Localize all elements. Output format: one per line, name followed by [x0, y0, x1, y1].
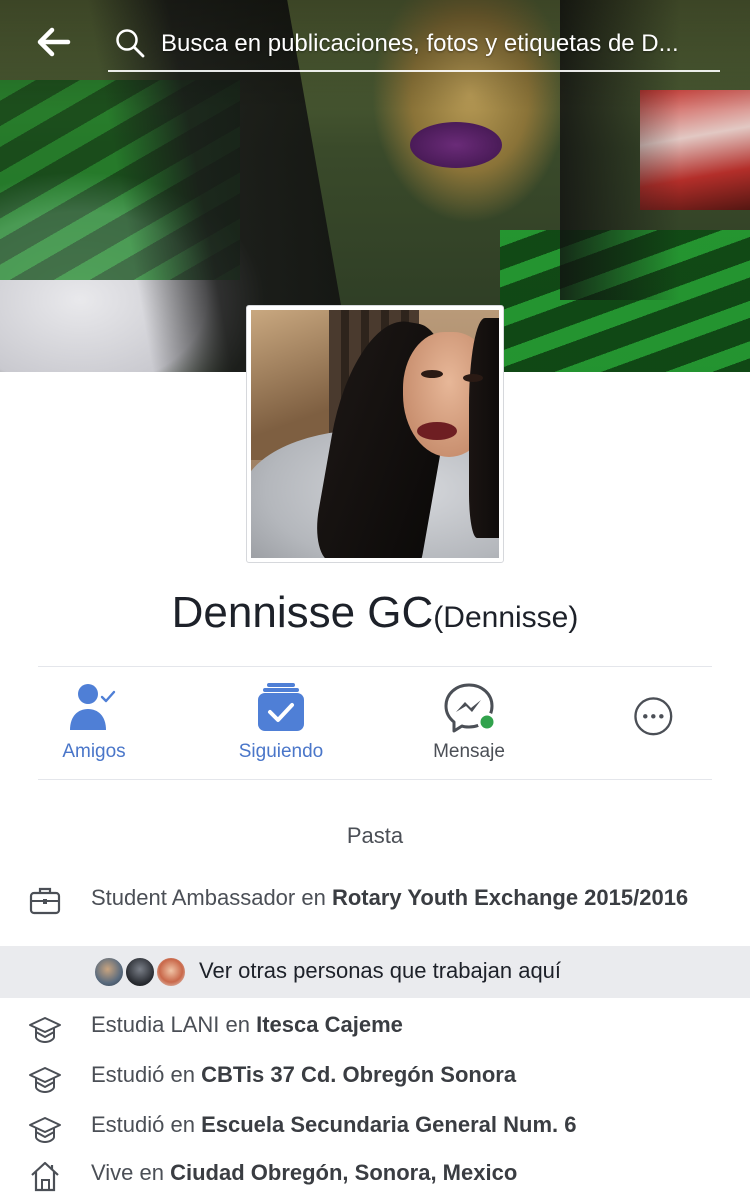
profile-name-line: Dennisse GC(Dennisse)	[0, 588, 750, 638]
graduation-cap-icon	[29, 1117, 61, 1144]
profile-photo-detail	[463, 374, 483, 382]
friends-button[interactable]: Amigos	[9, 680, 179, 770]
education-place-link[interactable]: CBTis 37 Cd. Obregón Sonora	[201, 1062, 516, 1087]
back-arrow-icon	[37, 27, 71, 57]
coworkers-link[interactable]: Ver otras personas que trabajan aquí	[0, 946, 750, 998]
work-info-text: Student Ambassador en Rotary Youth Excha…	[91, 884, 691, 911]
lives-place-link[interactable]: Ciudad Obregón, Sonora, Mexico	[170, 1160, 517, 1185]
graduation-cap-icon	[29, 1017, 61, 1044]
messenger-icon	[444, 683, 497, 733]
lives-info-text: Vive en Ciudad Obregón, Sonora, Mexico	[91, 1159, 691, 1186]
intro-section-title: Pasta	[346, 823, 404, 848]
friends-label: Amigos	[62, 741, 126, 762]
profile-picture[interactable]	[246, 305, 504, 563]
education-info-row: Estudia LANI en Itesca Cajeme	[0, 1010, 750, 1050]
lives-info-row: Vive en Ciudad Obregón, Sonora, Mexico	[0, 1158, 750, 1198]
more-options-icon	[634, 697, 673, 736]
message-label: Mensaje	[433, 741, 505, 762]
friends-check-icon	[70, 684, 116, 730]
avatar	[93, 956, 125, 988]
education-place-link[interactable]: Itesca Cajeme	[256, 1012, 403, 1037]
search-bar[interactable]: Busca en publicaciones, fotos y etiqueta…	[108, 18, 720, 72]
more-button[interactable]	[571, 680, 741, 770]
work-info-row: Student Ambassador en Rotary Youth Excha…	[0, 882, 750, 942]
avatar	[155, 956, 187, 988]
coworkers-link-text: Ver otras personas que trabajan aquí	[199, 958, 562, 983]
education-info-text: Estudió en Escuela Secundaria General Nu…	[91, 1111, 691, 1138]
profile-nickname: (Dennisse)	[433, 601, 579, 634]
profile-photo-detail	[469, 318, 499, 538]
education-info-row: Estudió en CBTis 37 Cd. Obregón Sonora	[0, 1060, 750, 1100]
profile-photo	[251, 310, 499, 558]
work-prefix: Student Ambassador en	[91, 885, 332, 910]
avatar	[124, 956, 156, 988]
search-input[interactable]: Busca en publicaciones, fotos y etiqueta…	[161, 30, 711, 58]
coworker-avatars	[93, 956, 191, 988]
search-icon	[116, 29, 145, 58]
education-info-row: Estudió en Escuela Secundaria General Nu…	[0, 1110, 750, 1150]
education-prefix: Estudia LANI en	[91, 1012, 257, 1037]
message-button[interactable]: Mensaje	[384, 680, 554, 770]
profile-photo-detail	[421, 370, 443, 378]
following-button[interactable]: Siguiendo	[196, 680, 366, 770]
home-icon	[31, 1161, 59, 1192]
following-label: Siguiendo	[238, 741, 324, 762]
work-place-link[interactable]: Rotary Youth Exchange 2015/2016	[332, 885, 688, 910]
profile-photo-detail	[417, 422, 457, 440]
education-place-link[interactable]: Escuela Secundaria General Num. 6	[201, 1112, 576, 1137]
briefcase-icon	[29, 887, 61, 915]
education-info-text: Estudia LANI en Itesca Cajeme	[91, 1011, 691, 1038]
back-button[interactable]	[32, 24, 74, 60]
education-prefix: Estudió en	[91, 1112, 202, 1137]
divider	[38, 779, 712, 780]
following-feed-icon	[258, 683, 304, 731]
cover-photo-detail	[410, 122, 502, 168]
graduation-cap-icon	[29, 1067, 61, 1094]
education-prefix: Estudió en	[91, 1062, 202, 1087]
education-info-text: Estudió en CBTis 37 Cd. Obregón Sonora	[91, 1061, 691, 1088]
lives-prefix: Vive en	[91, 1160, 171, 1185]
profile-name: Dennisse GC	[171, 588, 434, 637]
divider	[38, 666, 712, 667]
